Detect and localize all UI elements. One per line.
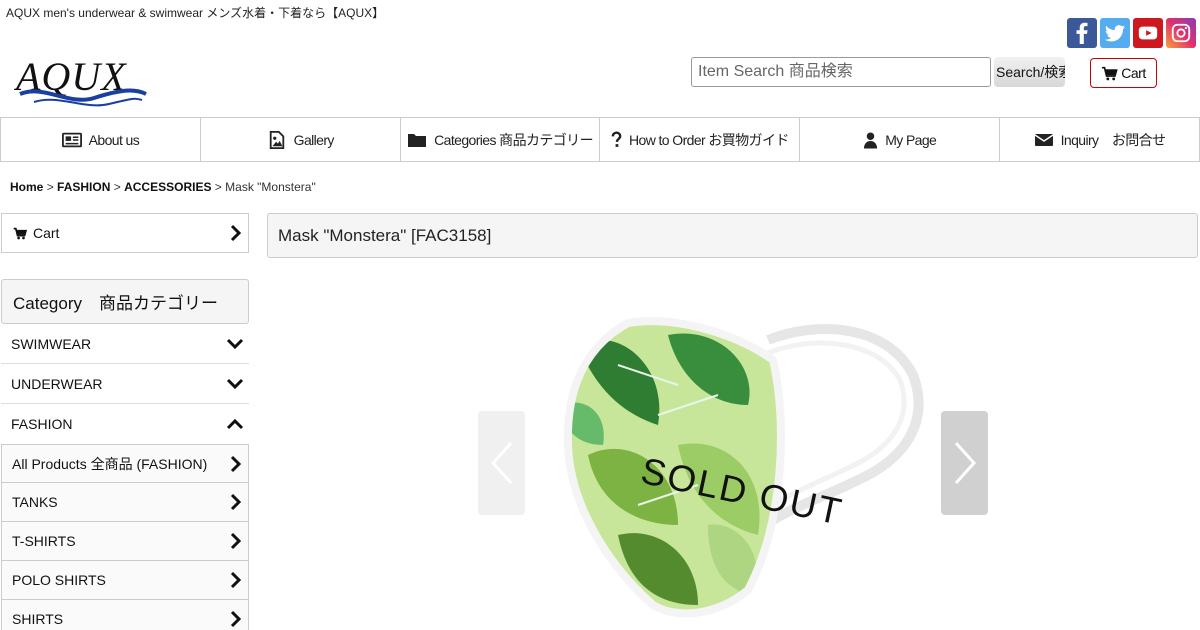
nav-label: My Page xyxy=(885,131,937,148)
product-title: Mask "Monstera" [FAC3158] xyxy=(267,213,1198,258)
question-icon xyxy=(611,130,622,147)
breadcrumb-separator: > xyxy=(46,180,54,194)
sub-category-polo-shirts[interactable]: POLO SHIRTS xyxy=(1,561,249,600)
chevron-right-icon xyxy=(954,441,976,485)
breadcrumb-home[interactable]: Home xyxy=(10,180,43,194)
nav-how-to-order[interactable]: How to Order お買物ガイド xyxy=(599,118,799,161)
sub-category-shirts[interactable]: SHIRTS xyxy=(1,600,249,630)
sub-category-tanks[interactable]: TANKS xyxy=(1,483,249,522)
aqux-logo[interactable]: AQUX xyxy=(13,54,149,110)
nav-my-page[interactable]: My Page xyxy=(799,118,999,161)
user-icon xyxy=(864,132,878,148)
sub-category-all-products[interactable]: All Products 全商品 (FASHION) xyxy=(1,444,249,483)
category-label: FASHION xyxy=(11,416,73,432)
youtube-link[interactable] xyxy=(1133,18,1163,48)
twitter-link[interactable] xyxy=(1100,18,1130,48)
breadcrumb-separator: > xyxy=(113,180,121,194)
chevron-right-icon xyxy=(230,493,242,511)
sub-category-t-shirts[interactable]: T-SHIRTS xyxy=(1,522,249,561)
nav-about-us[interactable]: About us xyxy=(0,118,200,161)
nav-gallery[interactable]: Gallery xyxy=(199,118,400,161)
category-swimwear[interactable]: SWIMWEAR xyxy=(1,324,249,364)
chevron-down-icon xyxy=(226,338,244,349)
nav-label: Gallery xyxy=(293,131,335,148)
sub-category-label: POLO SHIRTS xyxy=(12,572,106,588)
sidebar-cart-label: Cart xyxy=(33,225,60,241)
chevron-down-icon xyxy=(226,378,244,389)
twitter-icon xyxy=(1104,25,1126,42)
breadcrumb-accessories[interactable]: ACCESSORIES xyxy=(124,180,211,194)
cart-icon xyxy=(1102,66,1118,80)
nav-categories[interactable]: Categories 商品カテゴリー xyxy=(399,118,600,161)
nav-inquiry[interactable]: Inquiry お問合せ xyxy=(999,118,1200,161)
cart-icon xyxy=(13,227,27,239)
slider-prev-button[interactable] xyxy=(478,411,525,515)
breadcrumb-current: Mask "Monstera" xyxy=(225,180,316,194)
category-label: SWIMWEAR xyxy=(11,335,92,352)
nav-label: About us xyxy=(88,131,140,148)
chevron-right-icon xyxy=(230,610,242,628)
category-underwear[interactable]: UNDERWEAR xyxy=(1,364,249,404)
breadcrumb-fashion[interactable]: FASHION xyxy=(57,180,110,194)
instagram-icon xyxy=(1171,23,1191,43)
chevron-right-icon xyxy=(230,532,242,550)
social-links xyxy=(1067,18,1196,48)
facebook-link[interactable] xyxy=(1067,18,1097,48)
sub-category-label: All Products 全商品 (FASHION) xyxy=(12,455,208,472)
sub-category-label: SHIRTS xyxy=(12,611,64,627)
main-nav: About us Gallery Categories 商品カテゴリー How … xyxy=(0,117,1200,162)
facebook-icon xyxy=(1076,22,1088,44)
folder-icon xyxy=(408,133,427,147)
search-input[interactable] xyxy=(691,57,991,87)
search-button[interactable]: Search/検索 xyxy=(994,57,1065,87)
chevron-right-icon xyxy=(230,224,242,242)
category-fashion[interactable]: FASHION xyxy=(1,404,249,444)
youtube-icon xyxy=(1138,26,1158,40)
chevron-right-icon xyxy=(230,455,242,472)
nav-label: How to Order お買物ガイド xyxy=(629,131,789,148)
sidebar: Cart Category 商品カテゴリー SWIMWEAR UNDERWEAR… xyxy=(1,213,249,630)
logo-graphic: AQUX xyxy=(13,54,147,107)
chevron-left-icon xyxy=(490,441,512,485)
slider-next-button[interactable] xyxy=(941,411,988,515)
nav-label: Categories 商品カテゴリー xyxy=(434,131,593,148)
sub-category-label: T-SHIRTS xyxy=(12,533,76,549)
sub-category-label: TANKS xyxy=(12,494,58,510)
header-cart-button[interactable]: Cart xyxy=(1090,58,1157,88)
instagram-link[interactable] xyxy=(1166,18,1196,48)
sidebar-cart-link[interactable]: Cart xyxy=(1,213,249,253)
newspaper-icon xyxy=(61,132,82,147)
nav-label: Inquiry お問合せ xyxy=(1060,131,1166,148)
chevron-up-icon xyxy=(226,418,244,430)
category-label: UNDERWEAR xyxy=(11,375,103,392)
image-icon xyxy=(269,130,284,149)
product-image-mask xyxy=(563,317,924,618)
top-tagline: AQUX men's underwear & swimwear メンズ水着・下着… xyxy=(6,6,385,20)
breadcrumb: Home > FASHION > ACCESSORIES > Mask "Mon… xyxy=(10,180,316,194)
header-cart-label: Cart xyxy=(1121,65,1146,81)
category-heading: Category 商品カテゴリー xyxy=(1,279,249,324)
breadcrumb-separator: > xyxy=(214,180,222,194)
chevron-right-icon xyxy=(230,571,242,589)
envelope-icon xyxy=(1034,133,1054,146)
